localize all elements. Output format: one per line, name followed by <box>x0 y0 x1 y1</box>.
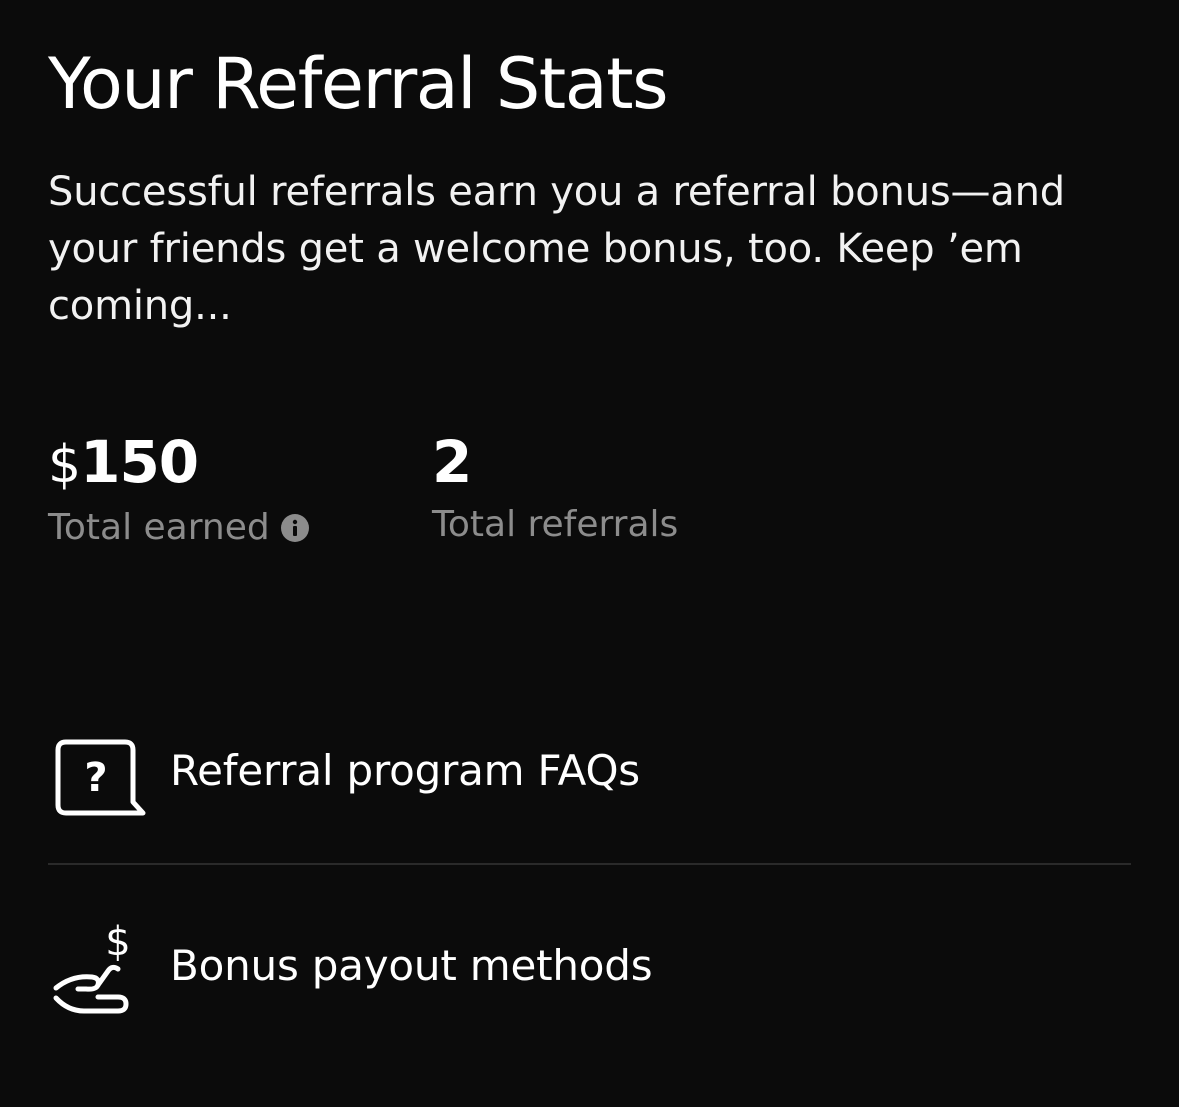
bonus-payout-link[interactable]: $ Bonus payout methods <box>48 905 1131 1025</box>
svg-text:?: ? <box>84 755 107 801</box>
referrals-label: Total referrals <box>432 504 679 545</box>
svg-text:$: $ <box>105 919 130 965</box>
info-icon[interactable] <box>280 513 310 543</box>
question-bubble-icon: ? <box>48 720 148 820</box>
stat-earned-label: Total earned <box>48 503 310 553</box>
page-description: Successful referrals earn you a referral… <box>48 169 1065 329</box>
currency-symbol: $ <box>48 435 81 495</box>
earned-amount: 150 <box>80 428 199 496</box>
referral-faqs-link[interactable]: ? Referral program FAQs <box>48 710 1131 830</box>
menu-label-faqs: Referral program FAQs <box>170 745 640 795</box>
divider <box>48 863 1131 865</box>
stat-total-earned: $150 Total earned <box>48 428 310 553</box>
earned-label-text: Total earned <box>48 507 270 548</box>
hand-dollar-icon: $ <box>48 915 148 1015</box>
stat-earned-value: $150 <box>48 428 310 499</box>
referrals-count: 2 <box>432 428 472 496</box>
page-title: Your Referral Stats <box>48 43 669 125</box>
stat-total-referrals: 2 Total referrals <box>432 428 678 550</box>
menu-label-payout: Bonus payout methods <box>170 940 653 990</box>
